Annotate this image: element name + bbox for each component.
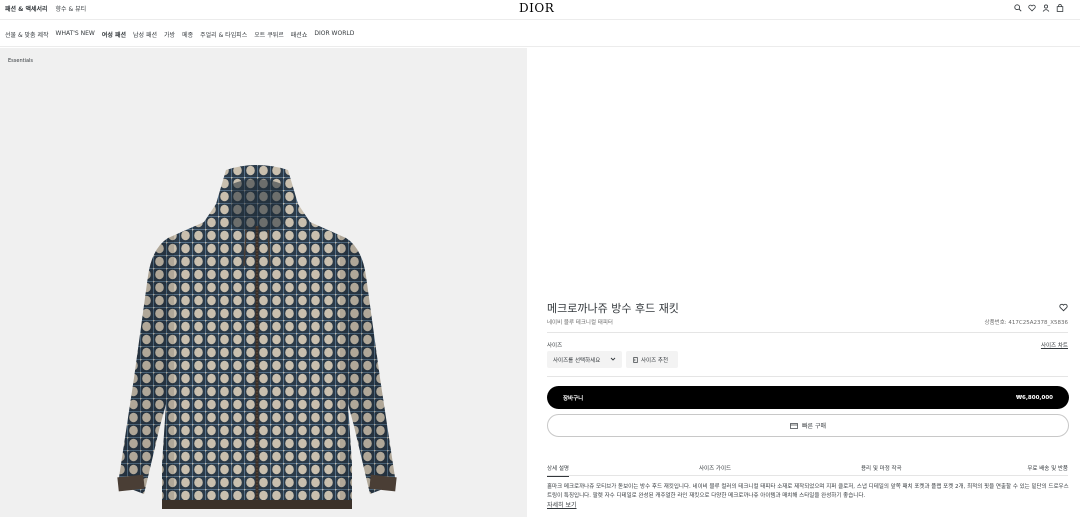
main-nav: 선물 & 맞춤 제작 WHAT'S NEW 여성 패션 남성 패션 가방 메종 …	[5, 30, 354, 39]
main-nav-bar: 선물 & 맞춤 제작 WHAT'S NEW 여성 패션 남성 패션 가방 메종 …	[0, 21, 1080, 47]
tab-fashion-accessories[interactable]: 패션 & 액세서리	[5, 4, 48, 13]
dior-logo[interactable]: DIOR	[519, 1, 554, 15]
tab-description[interactable]: 상세 설명	[547, 464, 569, 477]
top-bar: 패션 & 액세서리 향수 & 뷰티 DIOR	[0, 0, 1080, 20]
cart-label: 장바구니	[563, 395, 584, 402]
search-icon[interactable]	[1014, 4, 1022, 12]
nav-gifts-custom[interactable]: 선물 & 맞춤 제작	[5, 30, 49, 39]
user-icon[interactable]	[1042, 4, 1050, 12]
product-jacket-image[interactable]	[114, 164, 400, 514]
tab-size-guide[interactable]: 사이즈 가이드	[699, 464, 731, 472]
product-reference: 상품번호: 417C25A2378_X5836	[984, 320, 1068, 326]
nav-jewelry-timepieces[interactable]: 주얼리 & 타임피스	[200, 30, 247, 39]
nav-maison[interactable]: 메종	[182, 30, 193, 39]
detail-tabs: 상세 설명 사이즈 가이드 용리 및 마정 작곡 무료 배송 및 반품	[547, 464, 1068, 477]
nav-men[interactable]: 남성 패션	[133, 30, 157, 39]
add-to-cart-button[interactable]: 장바구니 ₩6,800,000	[547, 386, 1069, 409]
product-price: ₩6,800,000	[1015, 394, 1053, 401]
nav-whats-new[interactable]: WHAT'S NEW	[56, 30, 95, 39]
tab-care[interactable]: 용리 및 마정 작곡	[861, 464, 902, 472]
product-info-panel: 메크로까나쥬 방수 후드 재킷 네이비 블루 테크니컬 태피터 상품번호: 41…	[527, 48, 1080, 517]
nav-haute-couture[interactable]: 오트 쿠튀르	[254, 30, 284, 39]
top-category-tabs: 패션 & 액세서리 향수 & 뷰티	[5, 4, 86, 13]
quick-buy-label: 빠른 구매	[802, 423, 826, 430]
nav-dior-world[interactable]: DIOR WORLD	[314, 30, 354, 39]
product-description: 홀마크 메크로까나쥬 모티브가 돋보이는 방수 후드 재킷입니다. 네이비 블루…	[547, 484, 1069, 499]
quick-buy-button[interactable]: 빠른 구매	[547, 414, 1069, 437]
heart-icon[interactable]	[1028, 4, 1036, 12]
product-title: 메크로까나쥬 방수 후드 재킷	[547, 302, 679, 315]
ruler-icon	[633, 356, 638, 363]
nav-fashion-show[interactable]: 패션쇼	[291, 30, 308, 39]
size-label: 사이즈	[547, 343, 563, 349]
tab-perfume-beauty[interactable]: 향수 & 뷰티	[56, 4, 87, 13]
wishlist-heart-icon[interactable]	[1059, 303, 1068, 312]
size-recommendation-button[interactable]: 사이즈 추천	[626, 351, 678, 368]
read-more-link[interactable]: 자세히 보기	[547, 500, 577, 509]
divider	[547, 332, 1068, 333]
chevron-down-icon	[610, 357, 616, 361]
card-icon	[790, 422, 798, 429]
nav-women[interactable]: 여성 패션	[102, 30, 126, 39]
size-select-value: 사이즈를 선택하세요	[553, 357, 601, 364]
product-subtitle: 네이비 블루 테크니컬 태피터	[547, 320, 613, 326]
divider	[547, 376, 1068, 377]
header-icons	[1014, 4, 1064, 12]
breadcrumb[interactable]: Essentials	[8, 58, 33, 64]
product-image-panel: Essentials	[0, 48, 527, 517]
size-recommendation-label: 사이즈 추천	[641, 357, 669, 364]
nav-bags[interactable]: 가방	[164, 30, 175, 39]
tab-shipping-returns[interactable]: 무료 배송 및 반품	[1027, 464, 1068, 472]
size-select[interactable]: 사이즈를 선택하세요	[547, 351, 622, 368]
size-chart-link[interactable]: 사이즈 차트	[1041, 341, 1068, 349]
bag-icon[interactable]	[1056, 4, 1064, 12]
